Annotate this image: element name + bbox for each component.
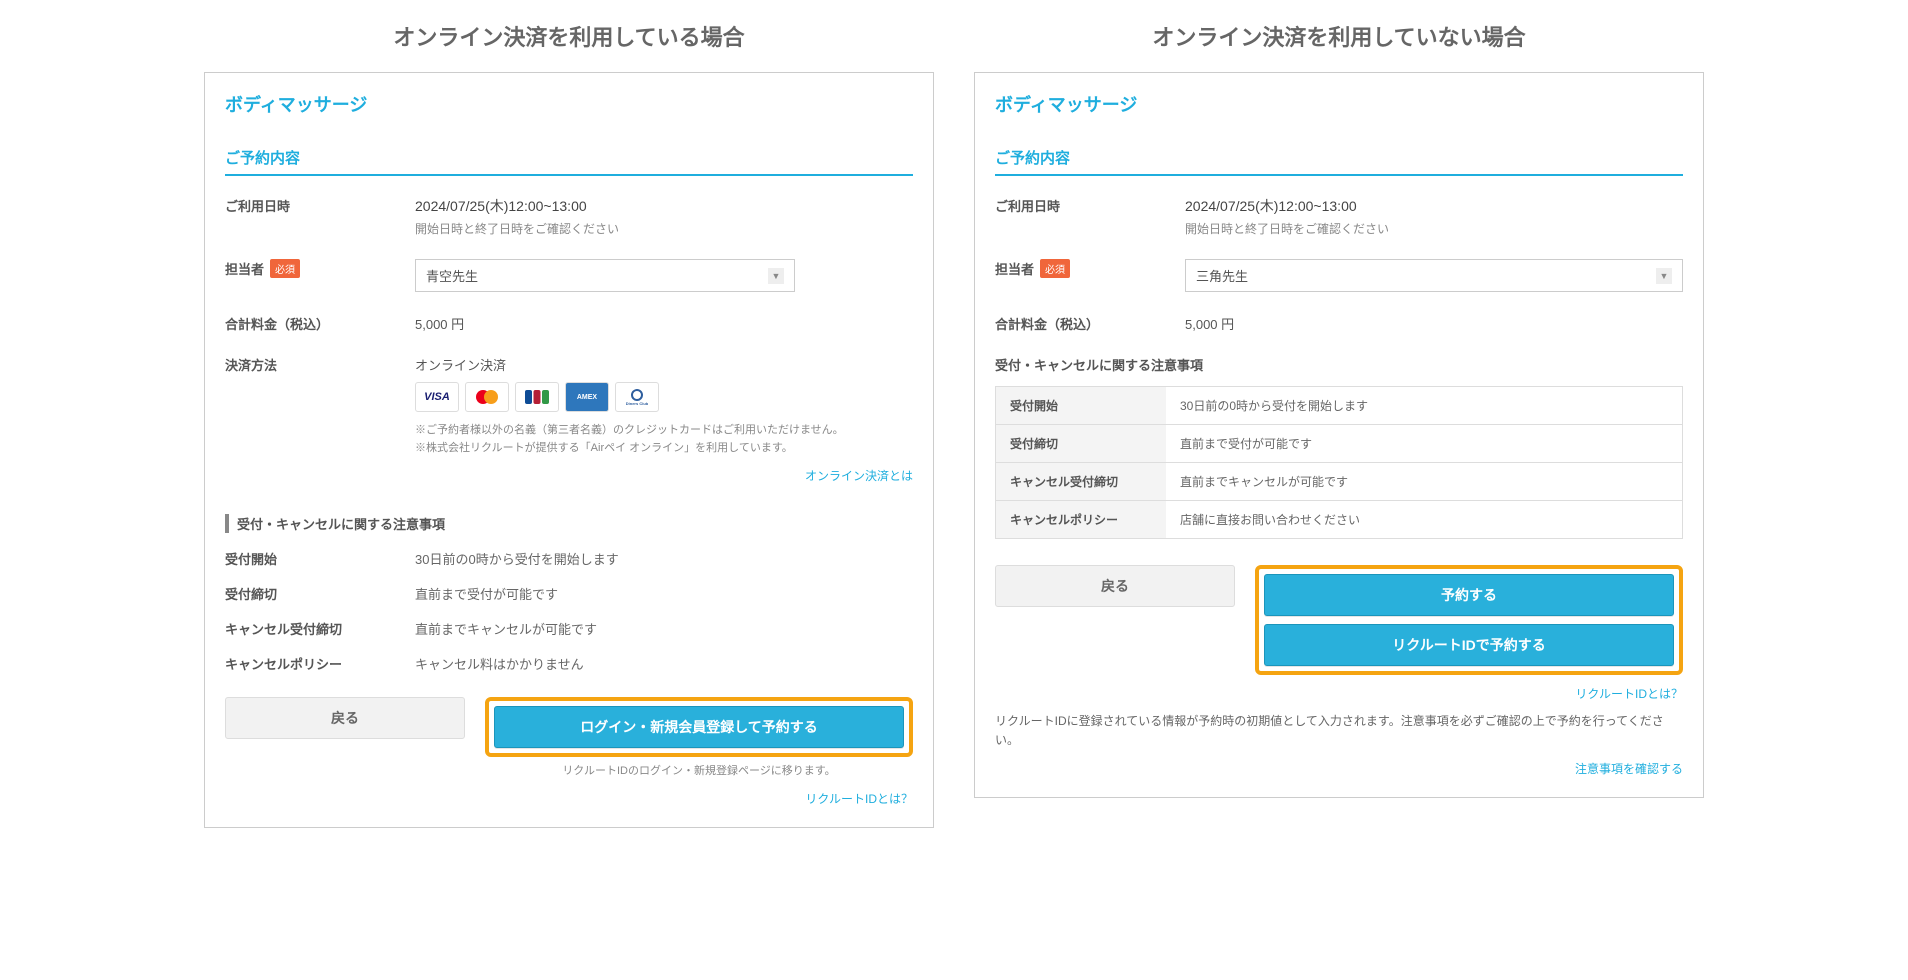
row-datetime: ご利用日時 2024/07/25(木)12:00~13:00 開始日時と終了日時… <box>225 196 913 237</box>
notice-label: キャンセルポリシー <box>225 654 415 673</box>
value-datetime-sub: 開始日時と終了日時をご確認ください <box>1185 220 1683 237</box>
required-badge: 必須 <box>270 259 300 278</box>
right-card: ボディマッサージ ご予約内容 ご利用日時 2024/07/25(木)12:00~… <box>974 72 1704 798</box>
row-datetime: ご利用日時 2024/07/25(木)12:00~13:00 開始日時と終了日時… <box>995 196 1683 237</box>
value-payment: オンライン決済 <box>415 355 913 374</box>
notice-label: 受付開始 <box>996 387 1166 424</box>
left-heading: オンライン決済を利用している場合 <box>204 20 934 52</box>
reserve-button[interactable]: 予約する <box>1264 574 1674 616</box>
value-datetime-sub: 開始日時と終了日時をご確認ください <box>415 220 913 237</box>
visa-icon: VISA <box>415 382 459 412</box>
notice-value: 直前までキャンセルが可能です <box>415 619 913 638</box>
svg-text:Diners Club: Diners Club <box>626 401 649 406</box>
row-staff: 担当者 必須 青空先生 ▼ <box>225 259 913 292</box>
notice-label: 受付締切 <box>225 584 415 603</box>
label-payment: 決済方法 <box>225 355 415 374</box>
recruit-id-link[interactable]: リクルートIDとは？ <box>805 792 913 806</box>
label-staff: 担当者 <box>995 259 1034 278</box>
button-area: 戻る 予約する リクルートIDで予約する <box>995 565 1683 675</box>
staff-select[interactable]: 三角先生 ▼ <box>1185 259 1683 292</box>
notice-label: 受付締切 <box>996 425 1166 462</box>
jcb-icon <box>515 382 559 412</box>
row-payment: 決済方法 オンライン決済 VISA AMEX Diners Club <box>225 355 913 457</box>
chevron-down-icon: ▼ <box>1656 268 1672 284</box>
notice-header: 受付・キャンセルに関する注意事項 <box>995 355 1683 374</box>
recruit-id-link[interactable]: リクルートIDとは？ <box>1575 687 1683 701</box>
label-datetime: ご利用日時 <box>995 196 1185 215</box>
mastercard-icon <box>465 382 509 412</box>
staff-select-value: 青空先生 <box>426 266 478 285</box>
required-badge: 必須 <box>1040 259 1070 278</box>
notice-value: キャンセル料はかかりません <box>415 654 913 673</box>
notice-value: 直前まで受付が可能です <box>1166 425 1682 462</box>
back-button[interactable]: 戻る <box>225 697 465 739</box>
check-notice-link[interactable]: 注意事項を確認する <box>1575 762 1683 776</box>
notice-list: 受付開始 30日前の0時から受付を開始します 受付締切 直前まで受付が可能です … <box>225 549 913 673</box>
service-name: ボディマッサージ <box>995 91 1683 117</box>
right-column: オンライン決済を利用していない場合 ボディマッサージ ご予約内容 ご利用日時 2… <box>974 20 1704 828</box>
row-staff: 担当者 必須 三角先生 ▼ <box>995 259 1683 292</box>
footer-note: リクルートIDに登録されている情報が予約時の初期値として入力されます。注意事項を… <box>995 712 1683 750</box>
notice-value: 直前まで受付が可能です <box>415 584 913 603</box>
login-register-reserve-button[interactable]: ログイン・新規会員登録して予約する <box>494 706 904 748</box>
online-payment-link[interactable]: オンライン決済とは <box>805 469 913 483</box>
label-datetime: ご利用日時 <box>225 196 415 215</box>
notice-value: 30日前の0時から受付を開始します <box>1166 387 1682 424</box>
staff-select[interactable]: 青空先生 ▼ <box>415 259 795 292</box>
notice-label: キャンセル受付締切 <box>225 619 415 638</box>
back-button[interactable]: 戻る <box>995 565 1235 607</box>
notice-label: 受付開始 <box>225 549 415 568</box>
notice-value: 店舗に直接お問い合わせください <box>1166 501 1682 538</box>
notice-label: キャンセルポリシー <box>996 501 1166 538</box>
row-total: 合計料金（税込） 5,000 円 <box>995 314 1683 333</box>
section-title: ご予約内容 <box>225 147 913 176</box>
diners-icon: Diners Club <box>615 382 659 412</box>
notice-label: キャンセル受付締切 <box>996 463 1166 500</box>
chevron-down-icon: ▼ <box>768 268 784 284</box>
right-heading: オンライン決済を利用していない場合 <box>974 20 1704 52</box>
staff-select-value: 三角先生 <box>1196 266 1248 285</box>
button-area: 戻る ログイン・新規会員登録して予約する リクルートIDのログイン・新規登録ペー… <box>225 697 913 780</box>
service-name: ボディマッサージ <box>225 91 913 117</box>
label-total: 合計料金（税込） <box>225 314 415 333</box>
notice-header: 受付・キャンセルに関する注意事項 <box>225 514 913 533</box>
value-total: 5,000 円 <box>415 314 913 333</box>
notice-value: 30日前の0時から受付を開始します <box>415 549 913 568</box>
reserve-recruit-id-button[interactable]: リクルートIDで予約する <box>1264 624 1674 666</box>
value-total: 5,000 円 <box>1185 314 1683 333</box>
notice-table: 受付開始 30日前の0時から受付を開始します 受付締切 直前まで受付が可能です … <box>995 386 1683 539</box>
left-column: オンライン決済を利用している場合 ボディマッサージ ご予約内容 ご利用日時 20… <box>204 20 934 828</box>
payment-note-2: ※株式会社リクルートが提供する「Airペイ オンライン」を利用しています。 <box>415 440 913 458</box>
row-total: 合計料金（税込） 5,000 円 <box>225 314 913 333</box>
value-datetime: 2024/07/25(木)12:00~13:00 <box>1185 196 1683 216</box>
left-card: ボディマッサージ ご予約内容 ご利用日時 2024/07/25(木)12:00~… <box>204 72 934 828</box>
highlight-box: 予約する リクルートIDで予約する <box>1255 565 1683 675</box>
section-title: ご予約内容 <box>995 147 1683 176</box>
label-staff: 担当者 <box>225 259 264 278</box>
payment-note-1: ※ご予約者様以外の名義（第三者名義）のクレジットカードはご利用いただけません。 <box>415 422 913 440</box>
label-total: 合計料金（税込） <box>995 314 1185 333</box>
card-logos: VISA AMEX Diners Club <box>415 382 913 412</box>
submit-note: リクルートIDのログイン・新規登録ページに移ります。 <box>485 763 913 780</box>
notice-value: 直前までキャンセルが可能です <box>1166 463 1682 500</box>
amex-icon: AMEX <box>565 382 609 412</box>
value-datetime: 2024/07/25(木)12:00~13:00 <box>415 196 913 216</box>
highlight-box: ログイン・新規会員登録して予約する <box>485 697 913 757</box>
